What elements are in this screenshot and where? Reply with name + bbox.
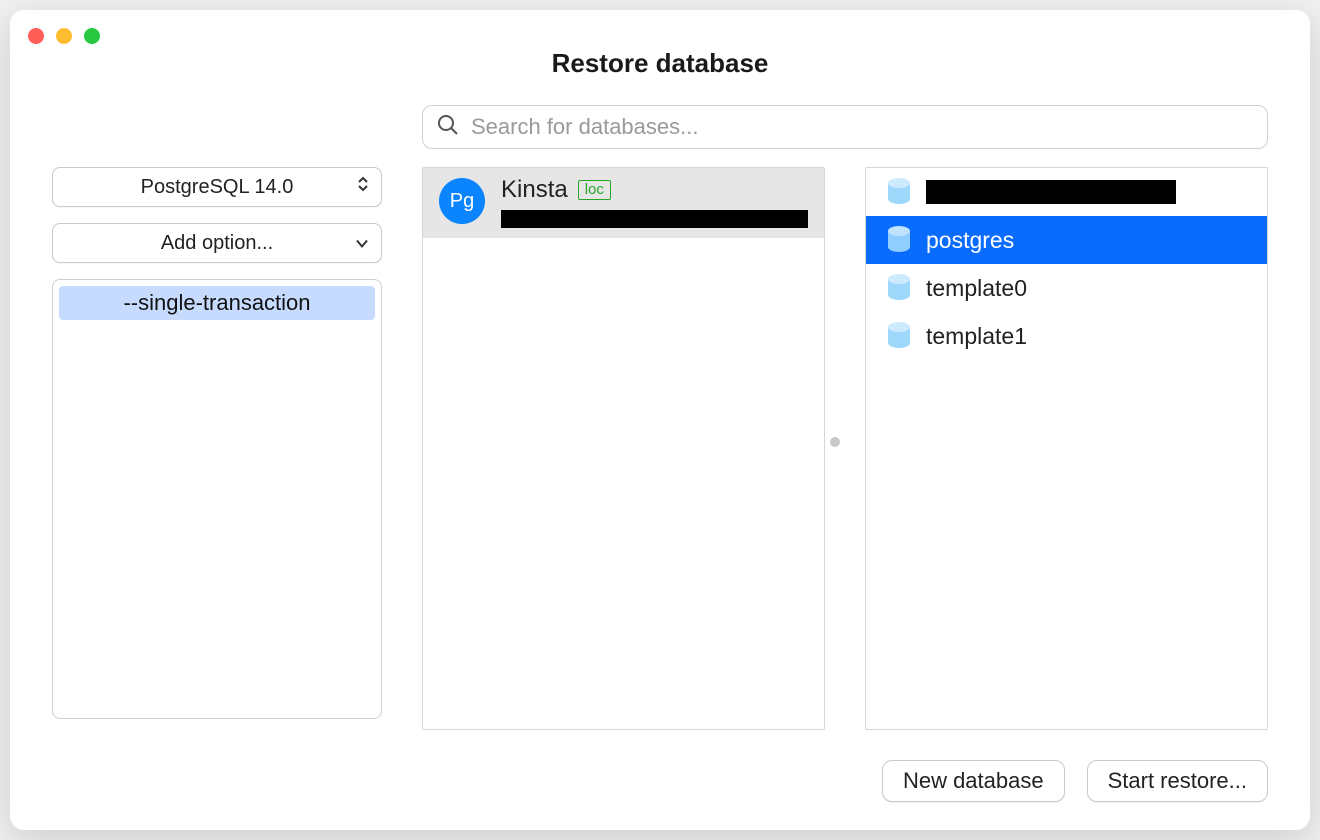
database-icon [886, 178, 912, 206]
database-name: template1 [926, 323, 1027, 350]
split-panes: Pg Kinsta loc [422, 167, 1268, 730]
database-item[interactable]: template1 [866, 312, 1267, 360]
database-item[interactable]: template0 [866, 264, 1267, 312]
dialog-window: Restore database PostgreSQL 14.0 Add opt… [10, 10, 1310, 830]
connection-item[interactable]: Pg Kinsta loc [423, 168, 824, 238]
database-icon [886, 322, 912, 350]
search-icon [437, 114, 459, 141]
window-controls [28, 28, 100, 44]
new-database-button[interactable]: New database [882, 760, 1065, 802]
search-input[interactable] [471, 114, 1253, 140]
dialog-title: Restore database [10, 10, 1310, 105]
connection-tag: loc [578, 180, 611, 200]
database-name: postgres [926, 227, 1014, 254]
options-list: --single-transaction [52, 279, 382, 719]
main-area: Pg Kinsta loc [422, 105, 1268, 730]
postgres-version-select[interactable]: PostgreSQL 14.0 [52, 167, 382, 207]
connection-text: Kinsta loc [501, 176, 808, 228]
database-item[interactable] [866, 168, 1267, 216]
database-name: template0 [926, 275, 1027, 302]
option-item[interactable]: --single-transaction [59, 286, 375, 320]
database-icon [886, 274, 912, 302]
database-item[interactable]: postgres [866, 216, 1267, 264]
stepper-icon [357, 175, 369, 199]
dialog-footer: New database Start restore... [10, 730, 1310, 830]
dialog-body: PostgreSQL 14.0 Add option... --single-t… [10, 105, 1310, 730]
minimize-window-button[interactable] [56, 28, 72, 44]
databases-pane: postgres template0 [865, 167, 1268, 730]
splitter-handle-icon [830, 437, 840, 447]
database-icon [886, 226, 912, 254]
connections-pane: Pg Kinsta loc [422, 167, 825, 730]
start-restore-button[interactable]: Start restore... [1087, 760, 1268, 802]
chevron-down-icon [355, 232, 369, 255]
add-option-label: Add option... [161, 232, 273, 255]
zoom-window-button[interactable] [84, 28, 100, 44]
postgres-version-value: PostgreSQL 14.0 [141, 176, 294, 199]
button-label: New database [903, 768, 1044, 794]
connection-subtitle-redacted [501, 210, 808, 228]
database-name-redacted [926, 180, 1176, 204]
button-label: Start restore... [1108, 768, 1247, 794]
connection-name: Kinsta [501, 176, 568, 204]
add-option-select[interactable]: Add option... [52, 223, 382, 263]
search-field[interactable] [422, 105, 1268, 149]
postgres-logo-icon: Pg [439, 178, 485, 224]
close-window-button[interactable] [28, 28, 44, 44]
left-sidebar: PostgreSQL 14.0 Add option... --single-t… [52, 105, 382, 730]
